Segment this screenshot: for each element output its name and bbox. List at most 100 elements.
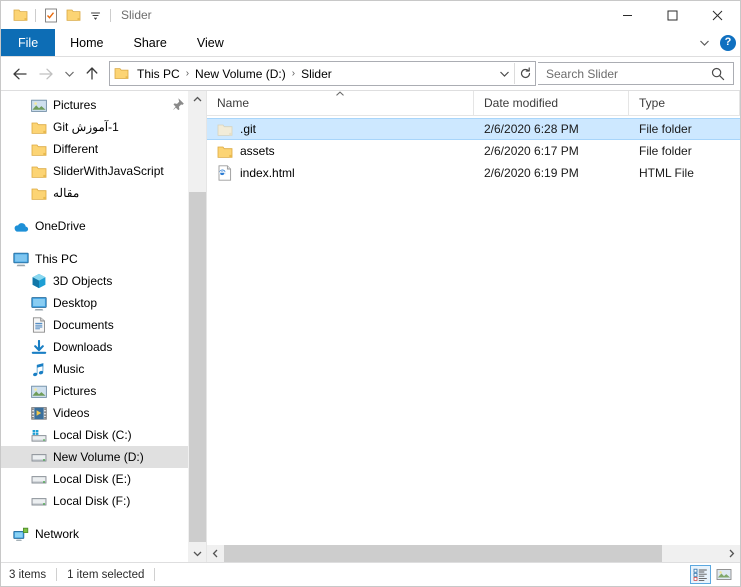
horizontal-scroll-track[interactable]	[224, 545, 723, 562]
scroll-up-icon[interactable]	[189, 91, 206, 108]
close-button[interactable]	[695, 1, 740, 29]
new-folder-icon[interactable]	[62, 4, 84, 26]
back-button[interactable]	[7, 61, 33, 87]
tab-view[interactable]: View	[182, 29, 239, 56]
sidebar-item-pictures[interactable]: Pictures	[1, 94, 206, 116]
horizontal-scroll-thumb[interactable]	[224, 545, 662, 562]
cell-name: index.html	[207, 165, 474, 181]
tab-home[interactable]: Home	[55, 29, 118, 56]
recent-locations-button[interactable]	[59, 61, 79, 87]
cell-date-modified: 2/6/2020 6:17 PM	[474, 144, 629, 158]
explorer-window: Slider File Home Share View ? This PC › …	[0, 0, 741, 587]
sidebar-item-label: مقاله	[53, 186, 80, 200]
breadcrumb[interactable]: This PC › New Volume (D:) › Slider	[109, 61, 536, 86]
sidebar-item-label: Network	[35, 527, 80, 541]
column-header-name[interactable]: Name	[207, 91, 474, 115]
date-modified-label: 2/6/2020 6:28 PM	[484, 122, 579, 136]
chevron-down-icon[interactable]	[695, 39, 714, 47]
column-header-type[interactable]: Type	[629, 91, 740, 115]
quick-access-toolbar: Slider	[1, 4, 152, 26]
sidebar-item-downloads[interactable]: Downloads	[1, 336, 206, 358]
sidebar-item-1-git[interactable]: 1-آموزش Git	[1, 116, 206, 138]
sidebar-item-local-disk-e[interactable]: Local Disk (E:)	[1, 468, 206, 490]
cell-type: File folder	[629, 144, 740, 158]
breadcrumb-separator-2[interactable]: ›	[289, 68, 298, 79]
pictures-icon	[31, 97, 47, 113]
customize-chevron-icon[interactable]	[84, 4, 106, 26]
minimize-button[interactable]	[605, 1, 650, 29]
qat-divider-2	[110, 8, 111, 22]
search-icon[interactable]	[703, 67, 733, 81]
navigation-scrollbar[interactable]	[188, 91, 206, 562]
sidebar-item-desktop[interactable]: Desktop	[1, 292, 206, 314]
sidebar-item-new-volume-d[interactable]: New Volume (D:)	[1, 446, 206, 468]
qat-divider-1	[35, 8, 36, 22]
search-input[interactable]: Search Slider	[538, 67, 703, 81]
navigation-scroll-thumb[interactable]	[189, 192, 206, 542]
status-bar: 3 items 1 item selected	[1, 562, 740, 586]
breadcrumb-item-new-volume-d[interactable]: New Volume (D:)	[192, 67, 289, 81]
cell-name: assets	[207, 143, 474, 159]
address-dropdown-icon[interactable]	[494, 63, 514, 84]
folder-icon	[31, 141, 47, 157]
sidebar-item-music[interactable]: Music	[1, 358, 206, 380]
sidebar-item-pictures[interactable]: Pictures	[1, 380, 206, 402]
desktop-icon	[31, 295, 47, 311]
large-icons-view-button[interactable]	[713, 565, 734, 584]
sidebar-item-local-disk-c[interactable]: Local Disk (C:)	[1, 424, 206, 446]
table-row[interactable]: assets 2/6/2020 6:17 PM File folder	[207, 140, 740, 162]
breadcrumb-item-this-pc[interactable]: This PC	[134, 67, 183, 81]
tab-file[interactable]: File	[1, 29, 56, 56]
details-view-button[interactable]	[690, 565, 711, 584]
sidebar-item-this-pc[interactable]: This PC	[1, 248, 206, 270]
sidebar-item-[interactable]: مقاله	[1, 182, 206, 204]
file-type-label: File folder	[639, 144, 692, 158]
drive-icon	[31, 471, 47, 487]
horizontal-scrollbar[interactable]	[207, 545, 740, 562]
maximize-button[interactable]	[650, 1, 695, 29]
address-bar: This PC › New Volume (D:) › Slider Searc…	[1, 57, 740, 90]
explorer-body: Pictures 1-آموزش Git Different SliderWithJa…	[1, 90, 740, 562]
search-box[interactable]: Search Slider	[538, 62, 734, 85]
sidebar-item-videos[interactable]: Videos	[1, 402, 206, 424]
properties-icon[interactable]	[40, 4, 62, 26]
scroll-right-icon[interactable]	[723, 545, 740, 562]
cell-date-modified: 2/6/2020 6:19 PM	[474, 166, 629, 180]
navigation-pane: Pictures 1-آموزش Git Different SliderWithJa…	[1, 91, 206, 562]
scroll-down-icon[interactable]	[189, 545, 206, 562]
column-header-date-modified[interactable]: Date modified	[474, 91, 629, 115]
scroll-left-icon[interactable]	[207, 545, 224, 562]
sidebar-item-label: Documents	[53, 318, 114, 332]
sidebar-item-label: Videos	[53, 406, 90, 420]
folder-icon	[31, 185, 47, 201]
sidebar-item-sliderwithjavascript[interactable]: SliderWithJavaScript	[1, 160, 206, 182]
pin-icon[interactable]	[173, 97, 186, 113]
cell-type: File folder	[629, 122, 740, 136]
onedrive-icon	[13, 218, 29, 234]
ribbon-tabs: File Home Share View ?	[1, 29, 740, 57]
sidebar-item-network[interactable]: Network	[1, 523, 206, 545]
refresh-icon[interactable]	[515, 63, 535, 84]
folder-icon[interactable]	[9, 4, 31, 26]
navigation-scroll-track[interactable]	[189, 108, 206, 545]
sidebar-item-label: 3D Objects	[53, 274, 113, 288]
file-name-label: assets	[240, 144, 275, 158]
sidebar-item-label: Different	[53, 142, 99, 156]
up-button[interactable]	[79, 61, 105, 87]
tab-share[interactable]: Share	[119, 29, 182, 56]
sidebar-item-different[interactable]: Different	[1, 138, 206, 160]
help-icon[interactable]: ?	[720, 34, 736, 51]
breadcrumb-separator-1[interactable]: ›	[183, 68, 192, 79]
sidebar-item-3d-objects[interactable]: 3D Objects	[1, 270, 206, 292]
table-row[interactable]: .git 2/6/2020 6:28 PM File folder	[207, 118, 740, 140]
breadcrumb-item-slider[interactable]: Slider	[298, 67, 335, 81]
forward-button[interactable]	[33, 61, 59, 87]
date-modified-label: 2/6/2020 6:17 PM	[484, 144, 579, 158]
table-row[interactable]: index.html 2/6/2020 6:19 PM HTML File	[207, 162, 740, 184]
sidebar-item-onedrive[interactable]: OneDrive	[1, 215, 206, 237]
sidebar-item-local-disk-f[interactable]: Local Disk (F:)	[1, 490, 206, 512]
sidebar-item-documents[interactable]: Documents	[1, 314, 206, 336]
window-title: Slider	[121, 8, 152, 22]
this-pc-icon	[13, 251, 29, 267]
